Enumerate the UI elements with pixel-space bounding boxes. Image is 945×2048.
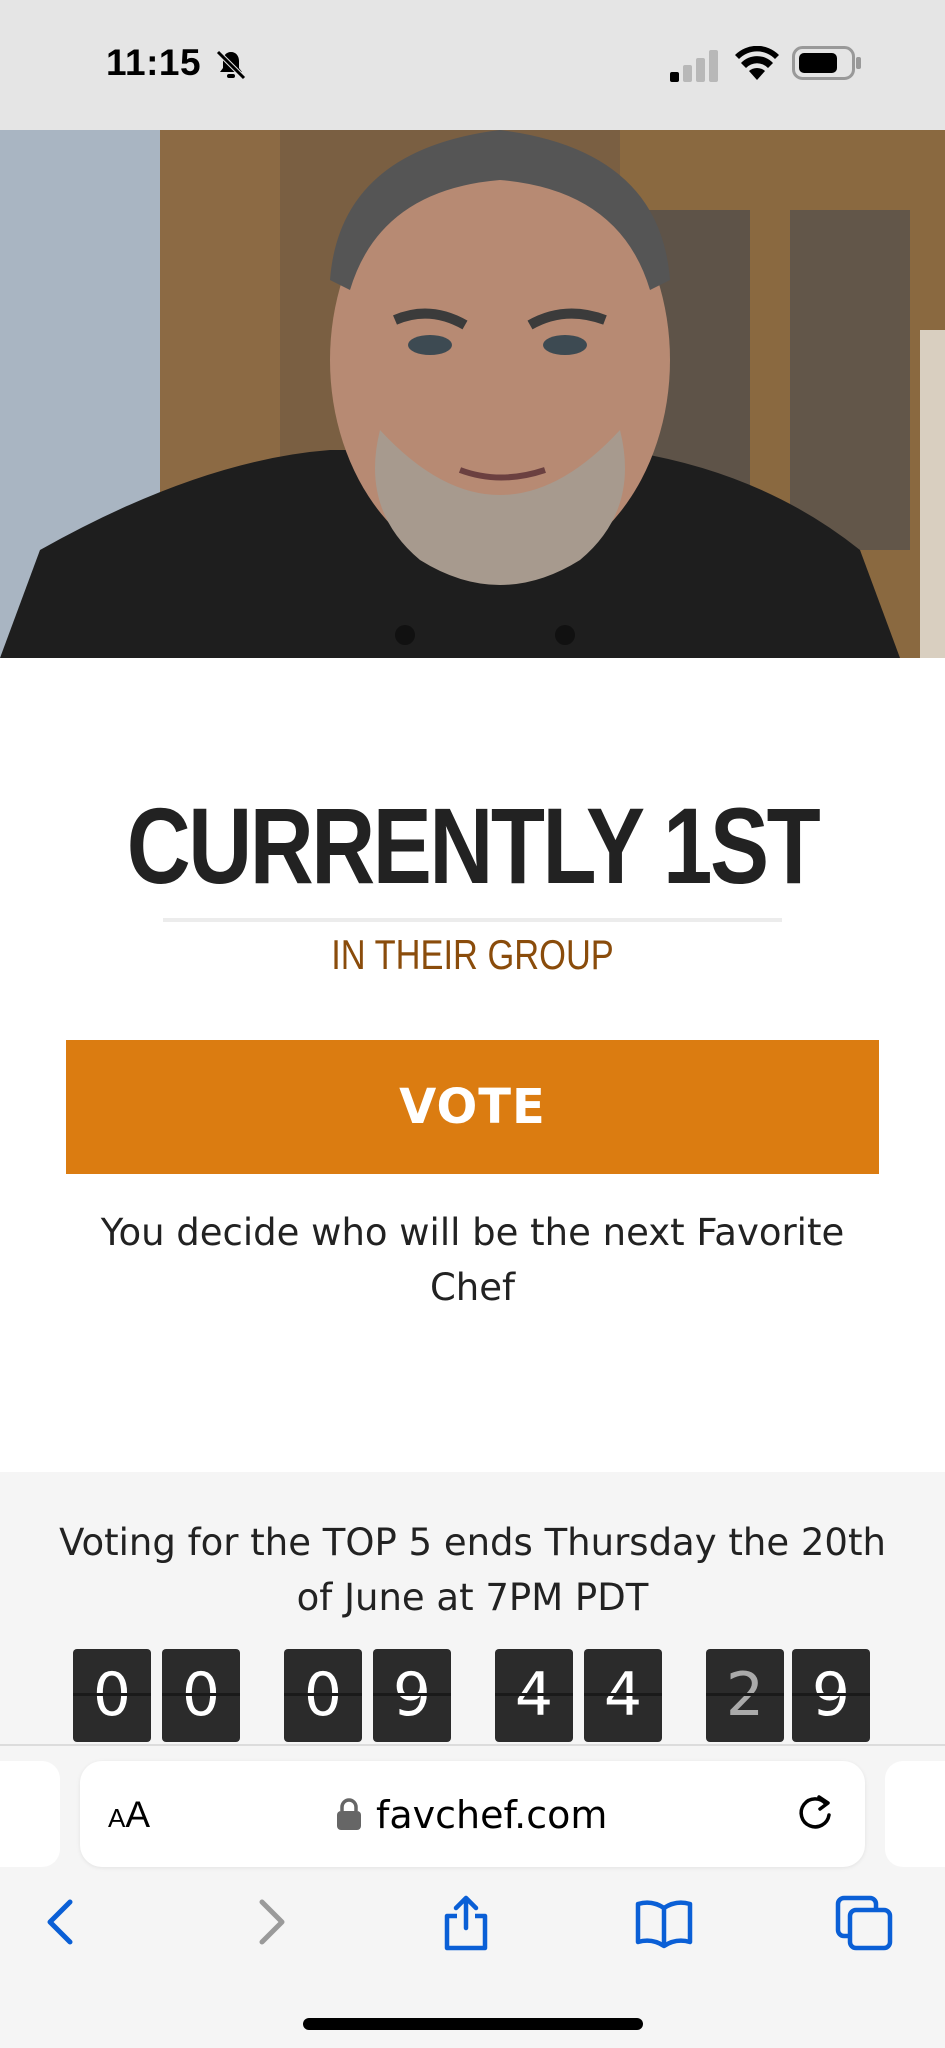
reload-icon[interactable]	[793, 1791, 837, 1835]
bookmarks-button[interactable]	[634, 1892, 694, 1952]
countdown-digit: 9	[792, 1649, 870, 1742]
battery-icon	[792, 46, 861, 80]
forward-button[interactable]	[240, 1892, 300, 1952]
next-tab-preview[interactable]	[885, 1761, 945, 1867]
countdown-digit: 0	[284, 1649, 362, 1742]
chef-portrait	[0, 130, 945, 658]
status-time: 11:15	[106, 42, 202, 83]
tabs-button[interactable]	[834, 1892, 894, 1952]
vote-description: You decide who will be the next Favorite…	[100, 1211, 845, 1309]
rank-subtitle: IN THEIR GROUP	[331, 931, 614, 978]
home-indicator	[303, 2018, 643, 2030]
url-text[interactable]: favchef.com	[376, 1790, 607, 1840]
rank-divider	[163, 918, 782, 922]
cellular-signal-icon	[670, 50, 718, 82]
forward-icon	[259, 1899, 285, 1945]
bell-slash-icon	[216, 50, 246, 80]
countdown-digit: 0	[162, 1649, 240, 1742]
text-size-big: A	[125, 1794, 151, 1835]
rank-title: CURRENTLY 1ST	[126, 785, 821, 906]
back-icon	[47, 1899, 73, 1945]
back-button[interactable]	[32, 1892, 92, 1952]
share-icon	[444, 1895, 488, 1951]
text-size-button[interactable]: AA	[108, 1790, 168, 1840]
countdown-digit: 2	[706, 1649, 784, 1742]
countdown-digit: 0	[73, 1649, 151, 1742]
countdown-digit: 4	[584, 1649, 662, 1742]
wifi-icon	[735, 46, 779, 80]
lock-icon	[337, 1798, 361, 1830]
previous-tab-preview[interactable]	[0, 1761, 60, 1867]
text-size-small: A	[108, 1803, 126, 1833]
countdown-digit: 4	[495, 1649, 573, 1742]
bookmarks-icon	[635, 1900, 693, 1949]
share-button[interactable]	[436, 1892, 496, 1952]
countdown-digit: 9	[373, 1649, 451, 1742]
vote-button[interactable]: VOTE	[66, 1040, 879, 1174]
countdown-text: Voting for the TOP 5 ends Thursday the 2…	[59, 1521, 886, 1619]
tabs-icon	[835, 1895, 893, 1951]
